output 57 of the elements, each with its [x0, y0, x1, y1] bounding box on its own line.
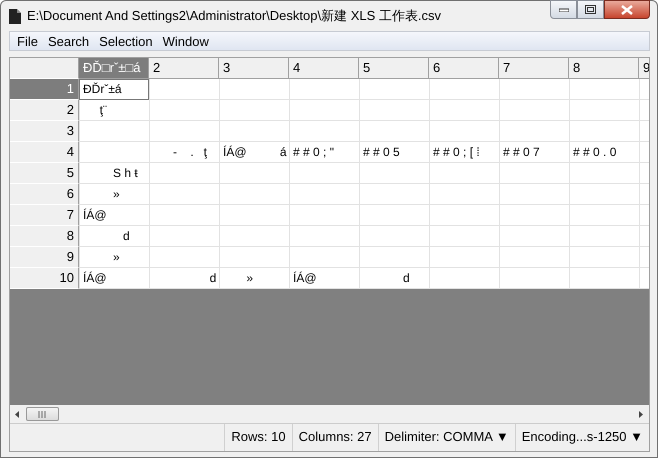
status-item[interactable]: Delimiter: COMMA ▼ — [378, 424, 515, 451]
table-cell: ÍÁ@ — [293, 271, 317, 285]
menu-item[interactable]: Window — [158, 34, 214, 48]
table-cell-text: d — [402, 271, 410, 285]
table-cell: ÍÁ@ á — [223, 145, 287, 159]
row-header[interactable]: 9 — [10, 247, 79, 268]
table-cell-text: » — [112, 250, 120, 264]
row-header[interactable]: 2 — [10, 100, 79, 121]
status-item[interactable]: Encoding...s-1250 ▼ — [514, 424, 649, 451]
row-header[interactable]: 1 — [10, 79, 79, 100]
table-cell-text: - . ţ — [172, 145, 208, 159]
close-button[interactable] — [604, 0, 650, 19]
menu-item[interactable]: Search — [42, 34, 94, 48]
table-cell: ÍÁ@ — [83, 271, 107, 285]
table-cell-text: » — [112, 187, 120, 201]
status-item[interactable]: Columns: 27 — [292, 424, 378, 451]
row-header[interactable]: 6 — [10, 184, 79, 205]
table-cell: # # 0 ; [ ⁞ — [433, 145, 480, 159]
row-header[interactable]: 7 — [10, 205, 79, 226]
table-cell: ÍÁ@ — [83, 208, 107, 222]
table-cell: # # 0 ; " — [293, 145, 334, 159]
close-icon — [621, 4, 633, 14]
row-header[interactable]: 10 — [10, 268, 79, 289]
row-header[interactable]: 3 — [10, 121, 79, 142]
table-cell: # # 0 5 — [363, 145, 400, 159]
column-header[interactable]: 6 — [429, 58, 499, 79]
table-cell: # # 0 . 0 — [573, 145, 616, 159]
row-header[interactable]: 4 — [10, 142, 79, 163]
table-cell-text: » — [245, 271, 254, 285]
column-header[interactable]: 2 — [149, 58, 219, 79]
menu-item[interactable]: File — [12, 34, 43, 48]
scroll-thumb[interactable] — [26, 407, 59, 421]
minimize-button[interactable] — [550, 0, 577, 19]
maximize-button[interactable] — [577, 0, 604, 19]
table-cell: ĐĎrˇ±á — [83, 82, 122, 96]
column-header[interactable]: 3 — [219, 58, 289, 79]
row-header[interactable]: 5 — [10, 163, 79, 184]
status-item[interactable]: Rows: 10 — [224, 424, 292, 451]
scroll-right-arrow-icon[interactable] — [639, 410, 644, 418]
table-cell-text: d — [122, 229, 130, 243]
column-header[interactable]: 4 — [289, 58, 359, 79]
table-cell: # # 0 7 — [503, 145, 540, 159]
menu-item[interactable]: Selection — [94, 34, 158, 48]
minimize-icon — [558, 8, 568, 12]
table-cell-text: S h ŧ — [112, 166, 138, 180]
column-header[interactable]: ĐĎ□rˇ±□á — [79, 58, 149, 79]
column-header[interactable]: 5 — [359, 58, 429, 79]
table-cell-text: d — [208, 271, 216, 285]
scroll-left-arrow-icon[interactable] — [15, 410, 20, 418]
selected-cell[interactable]: ĐĎrˇ±á — [79, 79, 149, 100]
table-cell-text: ţ¨ — [98, 103, 107, 117]
window-title: E:\Document And Settings2\Administrator\Desktop\新建 XLS 工作表.csv — [27, 7, 442, 25]
column-header[interactable]: 8 — [569, 58, 639, 79]
maximize-icon — [585, 5, 596, 14]
column-header[interactable]: 7 — [499, 58, 569, 79]
row-header[interactable]: 8 — [10, 226, 79, 247]
document-icon — [9, 8, 21, 24]
